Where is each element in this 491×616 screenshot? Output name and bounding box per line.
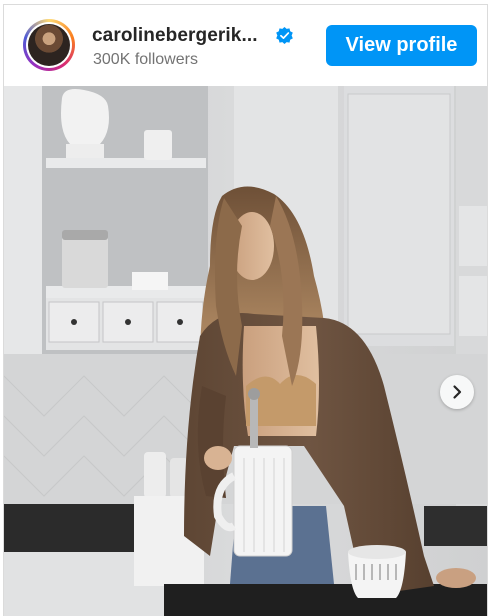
- instagram-embed-card: carolinebergerik... 300K followers View …: [3, 4, 488, 616]
- chevron-right-icon: [453, 385, 462, 399]
- next-photo-button[interactable]: [440, 375, 474, 409]
- post-photo[interactable]: [4, 86, 487, 616]
- avatar-image: [28, 24, 70, 66]
- view-profile-button[interactable]: View profile: [326, 25, 477, 66]
- profile-header: carolinebergerik... 300K followers View …: [4, 5, 487, 85]
- avatar-frame: [26, 22, 72, 68]
- avatar[interactable]: [23, 19, 75, 71]
- verified-badge-icon: [276, 26, 293, 45]
- followers-count: 300K followers: [93, 51, 198, 68]
- post-image: [4, 86, 487, 616]
- username[interactable]: carolinebergerik...: [92, 25, 258, 47]
